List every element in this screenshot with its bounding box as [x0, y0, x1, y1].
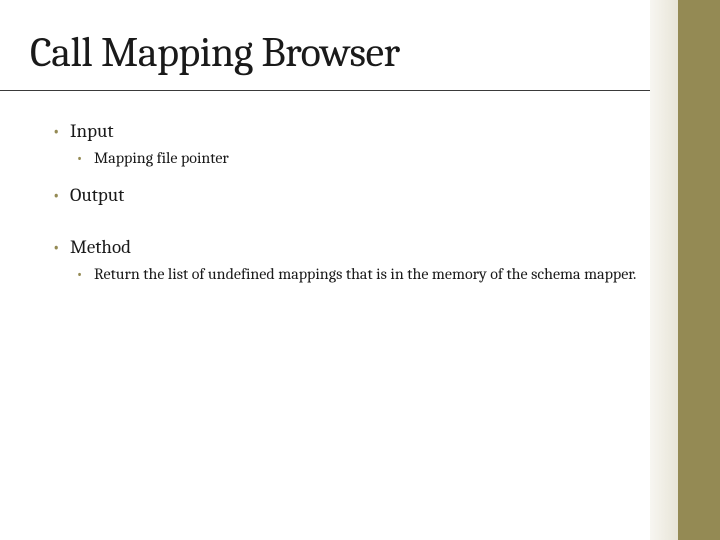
bullet-input: Input: [52, 120, 642, 142]
slide-content: Input Mapping file pointer Output Method…: [52, 120, 642, 291]
side-accent-gradient: [650, 0, 678, 540]
title-underline: [0, 90, 650, 91]
bullet-input-sub: Mapping file pointer: [76, 148, 642, 170]
bullet-output: Output: [52, 184, 642, 206]
bullet-method-sub: Return the list of undefined mappings th…: [76, 264, 642, 286]
slide-title: Call Mapping Browser: [30, 28, 400, 77]
bullet-method: Method: [52, 236, 642, 258]
slide: Call Mapping Browser Input Mapping file …: [0, 0, 720, 540]
side-accent-bar: [678, 0, 720, 540]
